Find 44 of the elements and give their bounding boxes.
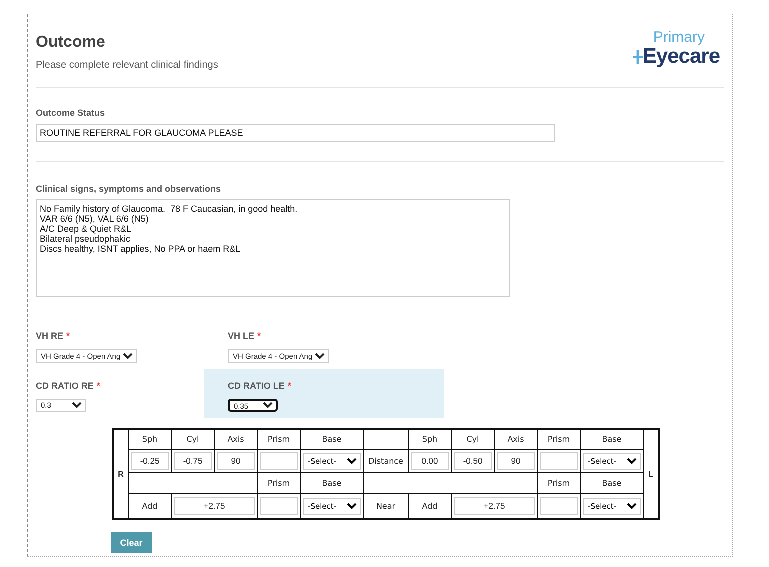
column-header: Axis (214, 429, 258, 450)
sph-field[interactable]: 0.00 (411, 452, 449, 470)
column-header: Cyl (452, 429, 494, 450)
field-label: CD RATIO LE (228, 381, 285, 391)
axis-field[interactable]: 90 (217, 452, 255, 470)
prism-field[interactable] (540, 497, 578, 515)
column-header: Prism (258, 472, 300, 494)
column-header: Sph (128, 429, 172, 450)
column-header: Base (300, 472, 364, 494)
field-label: VH RE (36, 331, 64, 341)
prism-field[interactable] (260, 452, 298, 470)
add-field[interactable]: +2.75 (454, 497, 535, 515)
outcome-status-field[interactable]: ROUTINE REFERRAL FOR GLAUCOMA PLEASE (36, 124, 555, 142)
plus-icon (632, 50, 643, 64)
column-header: Cyl (172, 429, 214, 450)
column-header: Axis (494, 429, 538, 450)
clinical-notes-field[interactable]: No Family history of Glaucoma. 78 F Caucasian, in good health. VAR 6/6 (N5), VAL 6/6 (N5) A/C Deep & Quiet R&L Bilateral pseudophakic Discs healthy, ISNT applies, No PPA or haem R&L (36, 199, 510, 297)
column-header: Prism (538, 429, 580, 450)
required-mark: * (258, 331, 262, 341)
column-header: Base (580, 429, 644, 450)
page-subtitle: Please complete relevant clinical findings (36, 60, 218, 71)
prism-field[interactable] (540, 452, 578, 470)
axis-field[interactable]: 90 (497, 452, 535, 470)
logo-text: Eyecare (642, 46, 720, 68)
prism-field[interactable] (260, 497, 298, 515)
notes-text: No Family history of Glaucoma. 78 F Caucasian, in good health. VAR 6/6 (N5), VAL 6/6 (N5) A/C Deep & Quiet R&L Bilateral pseudophakic Discs healthy, ISNT applies, No PPA or haem R&L (40, 204, 299, 254)
field-label: Outcome Status (36, 108, 106, 118)
row-label: Distance (364, 450, 408, 472)
required-mark: * (96, 381, 100, 391)
field-label: VH LE (228, 331, 255, 341)
required-mark: * (288, 381, 292, 391)
column-header: Prism (538, 472, 580, 494)
column-header: Sph (408, 429, 452, 450)
cyl-field[interactable]: -0.75 (174, 452, 212, 470)
required-mark: * (66, 331, 70, 341)
page-title: Outcome (36, 34, 106, 52)
add-field[interactable]: +2.75 (174, 497, 255, 515)
column-header: Prism (258, 429, 300, 450)
logo-text: Primary (653, 30, 705, 46)
sph-field[interactable]: -0.25 (131, 452, 169, 470)
cyl-field[interactable]: -0.50 (454, 452, 492, 470)
field-label: Clinical signs, symptoms and observations (36, 184, 222, 194)
field-label: CD RATIO RE (36, 381, 94, 391)
column-header: Base (300, 429, 364, 450)
